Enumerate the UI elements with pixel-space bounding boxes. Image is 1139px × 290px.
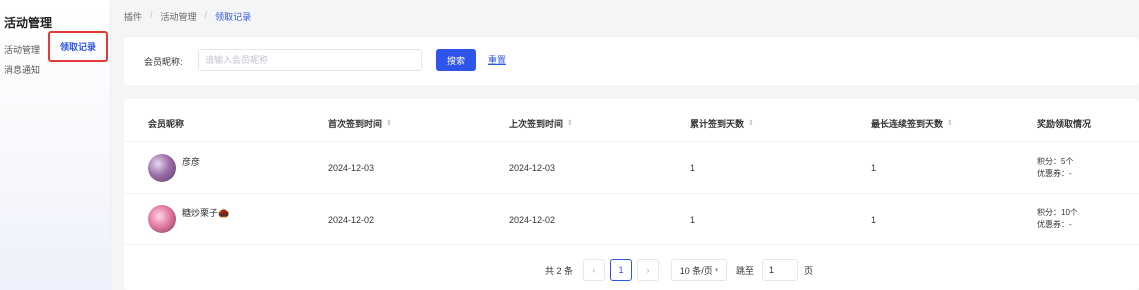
pagination-total: 共 2 条 xyxy=(545,266,574,276)
sidebar-item-claim-records[interactable]: 领取记录 xyxy=(48,31,108,62)
row-divider xyxy=(124,244,1139,245)
column-header-label: 上次签到时间 xyxy=(509,119,564,129)
page-button-current[interactable]: 1 xyxy=(610,259,632,281)
reward-coupon: 优惠券：- xyxy=(1037,220,1072,229)
column-header-label: 首次签到时间 xyxy=(328,119,383,129)
first-checkin-cell: 2024-12-03 xyxy=(328,163,375,173)
column-header-total-days[interactable]: 累计签到天数 ⇕ xyxy=(690,117,754,130)
sidebar: 活动管理 活动管理 领取记录 消息通知 xyxy=(0,0,111,290)
sort-icon[interactable]: ⇕ xyxy=(748,120,754,127)
column-header-label: 会员昵称 xyxy=(148,119,185,129)
jump-page-input[interactable] xyxy=(762,259,798,281)
last-checkin-cell: 2024-12-02 xyxy=(509,215,556,225)
reward-coupon: 优惠券：- xyxy=(1037,169,1072,178)
column-header-nickname: 会员昵称 xyxy=(148,117,184,130)
total-days-cell: 1 xyxy=(690,215,696,225)
breadcrumb-separator: / xyxy=(204,10,208,20)
member-nickname: 彦彦 xyxy=(182,157,201,167)
column-header-last-checkin[interactable]: 上次签到时间 ⇕ xyxy=(509,117,573,130)
search-panel: 会员昵称: 搜索 重置 xyxy=(124,37,1139,85)
next-page-button[interactable]: › xyxy=(637,259,659,281)
column-header-label: 奖励领取情况 xyxy=(1037,119,1092,129)
reward-cell: 积分：10个 优惠券：- xyxy=(1037,207,1078,231)
jump-label: 跳至 xyxy=(736,266,755,276)
last-checkin-cell: 2024-12-03 xyxy=(509,163,556,173)
sort-icon[interactable]: ⇕ xyxy=(386,120,392,127)
row-divider xyxy=(124,193,1139,194)
column-header-label: 最长连续签到天数 xyxy=(871,119,944,129)
prev-page-button[interactable]: ‹ xyxy=(583,259,605,281)
column-header-reward: 奖励领取情况 xyxy=(1037,117,1091,130)
breadcrumb: 插件 / 活动管理 / 领取记录 xyxy=(124,10,251,23)
reset-button[interactable]: 重置 xyxy=(488,53,506,66)
reward-points: 积分：5个 xyxy=(1037,157,1074,166)
reward-cell: 积分：5个 优惠券：- xyxy=(1037,156,1073,180)
page-size-select[interactable]: 10 条/页 ▾ xyxy=(671,259,727,281)
records-table: 会员昵称 首次签到时间 ⇕ 上次签到时间 ⇕ 累计签到天数 ⇕ 最长连续签到天数… xyxy=(124,99,1139,290)
sort-icon[interactable]: ⇕ xyxy=(567,120,573,127)
breadcrumb-item-current: 领取记录 xyxy=(215,12,252,22)
sidebar-item-notifications[interactable]: 消息通知 xyxy=(4,63,40,76)
breadcrumb-item-plugins[interactable]: 插件 xyxy=(124,10,142,23)
chevron-down-icon: ▾ xyxy=(714,267,719,274)
breadcrumb-item-activity[interactable]: 活动管理 xyxy=(161,10,197,23)
member-nickname: 糖炒栗子🌰 xyxy=(182,208,230,218)
breadcrumb-separator: / xyxy=(150,10,153,20)
search-button[interactable]: 搜索 xyxy=(436,49,476,71)
sidebar-title: 活动管理 xyxy=(4,16,53,30)
row-divider xyxy=(124,141,1139,142)
nickname-label: 会员昵称: xyxy=(144,57,183,67)
pagination: 共 2 条 ‹ 1 › 10 条/页 ▾ 跳至 页 xyxy=(124,259,1139,281)
column-header-first-checkin[interactable]: 首次签到时间 ⇕ xyxy=(328,117,392,130)
nickname-search-input[interactable] xyxy=(198,49,422,71)
column-header-label: 累计签到天数 xyxy=(690,119,745,129)
column-header-max-streak[interactable]: 最长连续签到天数 ⇕ xyxy=(871,117,953,130)
max-streak-cell: 1 xyxy=(871,215,877,225)
avatar xyxy=(148,154,176,182)
sort-icon[interactable]: ⇕ xyxy=(947,120,953,127)
max-streak-cell: 1 xyxy=(871,163,877,173)
first-checkin-cell: 2024-12-02 xyxy=(328,215,375,225)
avatar xyxy=(148,205,176,233)
page-size-value: 10 条/页 xyxy=(679,265,713,276)
page-unit-label: 页 xyxy=(804,266,814,276)
reward-points: 积分：10个 xyxy=(1037,208,1078,217)
sidebar-item-activity-management[interactable]: 活动管理 xyxy=(4,43,40,56)
total-days-cell: 1 xyxy=(690,163,696,173)
